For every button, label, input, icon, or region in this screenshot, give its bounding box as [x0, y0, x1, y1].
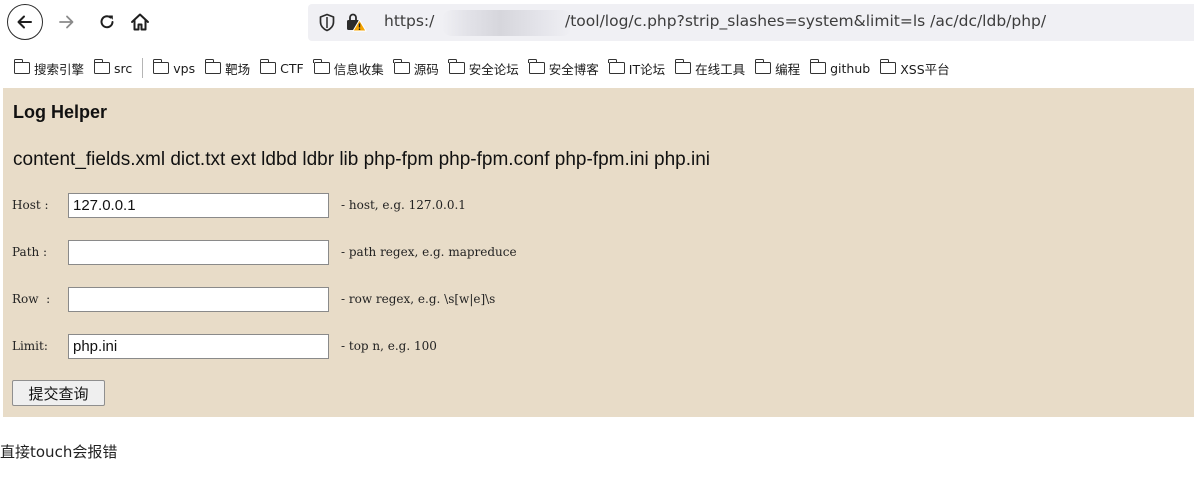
- reload-icon: [100, 15, 114, 29]
- bookmark-folder[interactable]: 安全论坛: [448, 59, 519, 78]
- bookmark-label: CTF: [280, 60, 304, 76]
- bookmark-folder[interactable]: 安全博客: [528, 59, 599, 78]
- bookmark-folder[interactable]: 搜索引擎: [13, 59, 85, 78]
- browser-toolbar: https:/ /tool/log/c.php?strip_slashes=sy…: [0, 0, 1194, 46]
- limit-label: Limit:: [12, 339, 48, 353]
- bookmark-label: 靶场: [225, 61, 251, 77]
- path-row: Path : - path regex, e.g. mapreduce: [12, 239, 517, 265]
- address-bar[interactable]: https:/ /tool/log/c.php?strip_slashes=sy…: [308, 4, 1194, 41]
- insecure-lock-icon[interactable]: [345, 12, 367, 32]
- host-hint: - host, e.g. 127.0.0.1: [341, 198, 466, 212]
- bookmark-label: github: [830, 60, 871, 76]
- back-arrow-icon: [17, 15, 32, 29]
- host-row: Host : - host, e.g. 127.0.0.1: [12, 192, 466, 218]
- shield-icon[interactable]: [318, 13, 336, 32]
- submit-button[interactable]: 提交查询: [12, 380, 105, 406]
- url-prefix: https:/: [384, 12, 435, 30]
- folder-icon: [13, 59, 30, 74]
- folder-icon: [313, 59, 330, 74]
- folder-icon: [259, 59, 277, 74]
- row-row: Row : - row regex, e.g. \s[w|e]\s: [12, 286, 495, 312]
- folder-icon: [204, 59, 222, 74]
- bookmark-label: vps: [173, 60, 196, 76]
- bookmark-folder[interactable]: 信息收集: [313, 59, 384, 78]
- path-input[interactable]: [68, 239, 329, 265]
- row-label: Row :: [12, 292, 51, 306]
- folder-icon: [754, 59, 772, 74]
- reload-button[interactable]: [90, 5, 124, 39]
- bookmark-folder[interactable]: IT论坛: [608, 59, 666, 78]
- bookmark-folder[interactable]: XSS平台: [879, 59, 950, 78]
- row-hint: - row regex, e.g. \s[w|e]\s: [341, 292, 496, 306]
- folder-icon: [528, 59, 545, 74]
- page-content: Log Helper content_fields.xml dict.txt e…: [3, 88, 1194, 417]
- path-hint: - path regex, e.g. mapreduce: [341, 245, 517, 259]
- bookmark-folder[interactable]: 在线工具: [674, 59, 746, 78]
- limit-input[interactable]: [68, 333, 329, 359]
- forward-arrow-icon: [59, 15, 74, 29]
- bookmark-label: XSS平台: [900, 61, 950, 77]
- bookmark-label: 安全博客: [548, 61, 599, 77]
- bookmark-label: 源码: [413, 61, 439, 77]
- bookmark-label: 搜索引擎: [34, 61, 85, 77]
- host-input[interactable]: [68, 192, 329, 218]
- back-button[interactable]: [7, 4, 43, 40]
- bookmark-label: 安全论坛: [468, 61, 519, 77]
- bookmark-folder[interactable]: 靶场: [204, 59, 251, 78]
- home-button[interactable]: [123, 5, 157, 39]
- bookmark-label: IT论坛: [628, 61, 666, 77]
- folder-icon: [809, 59, 827, 74]
- caption-text: 直接touch会报错: [0, 443, 118, 461]
- row-input[interactable]: [68, 286, 329, 312]
- limit-row: Limit: - top n, e.g. 100: [12, 333, 437, 359]
- folder-icon: [608, 59, 625, 74]
- bookmark-folder[interactable]: 源码: [393, 59, 439, 78]
- bookmark-folder[interactable]: 编程: [754, 59, 801, 78]
- redacted-host: [442, 10, 572, 36]
- bookmark-folder[interactable]: CTF: [259, 59, 304, 76]
- forward-button[interactable]: [49, 5, 83, 39]
- folder-icon: [152, 59, 170, 74]
- bookmark-label: src: [114, 60, 133, 76]
- bookmark-label: 在线工具: [695, 61, 746, 77]
- bookmark-folder[interactable]: src: [93, 59, 133, 76]
- limit-hint: - top n, e.g. 100: [341, 339, 437, 353]
- path-label: Path :: [12, 245, 48, 259]
- folder-icon: [393, 59, 410, 74]
- bookmark-label: 信息收集: [333, 61, 384, 77]
- bookmark-folder[interactable]: github: [809, 59, 871, 76]
- bookmark-folder[interactable]: vps: [152, 59, 196, 76]
- url-path: /tool/log/c.php?strip_slashes=system&lim…: [565, 12, 1047, 30]
- folder-icon: [879, 59, 897, 74]
- home-icon: [131, 13, 149, 31]
- host-label: Host :: [12, 198, 49, 212]
- bookmark-separator: [142, 58, 144, 78]
- folder-icon: [448, 59, 465, 74]
- command-output: content_fields.xml dict.txt ext ldbd ldb…: [13, 149, 711, 170]
- bookmarks-bar: 搜索引擎 src vps 靶场 CTF 信息收集 源码 安全论坛 安全博客 IT…: [0, 52, 1194, 84]
- folder-icon: [93, 59, 111, 74]
- bookmark-label: 编程: [775, 61, 801, 77]
- folder-icon: [674, 59, 692, 74]
- page-title: Log Helper: [13, 102, 108, 122]
